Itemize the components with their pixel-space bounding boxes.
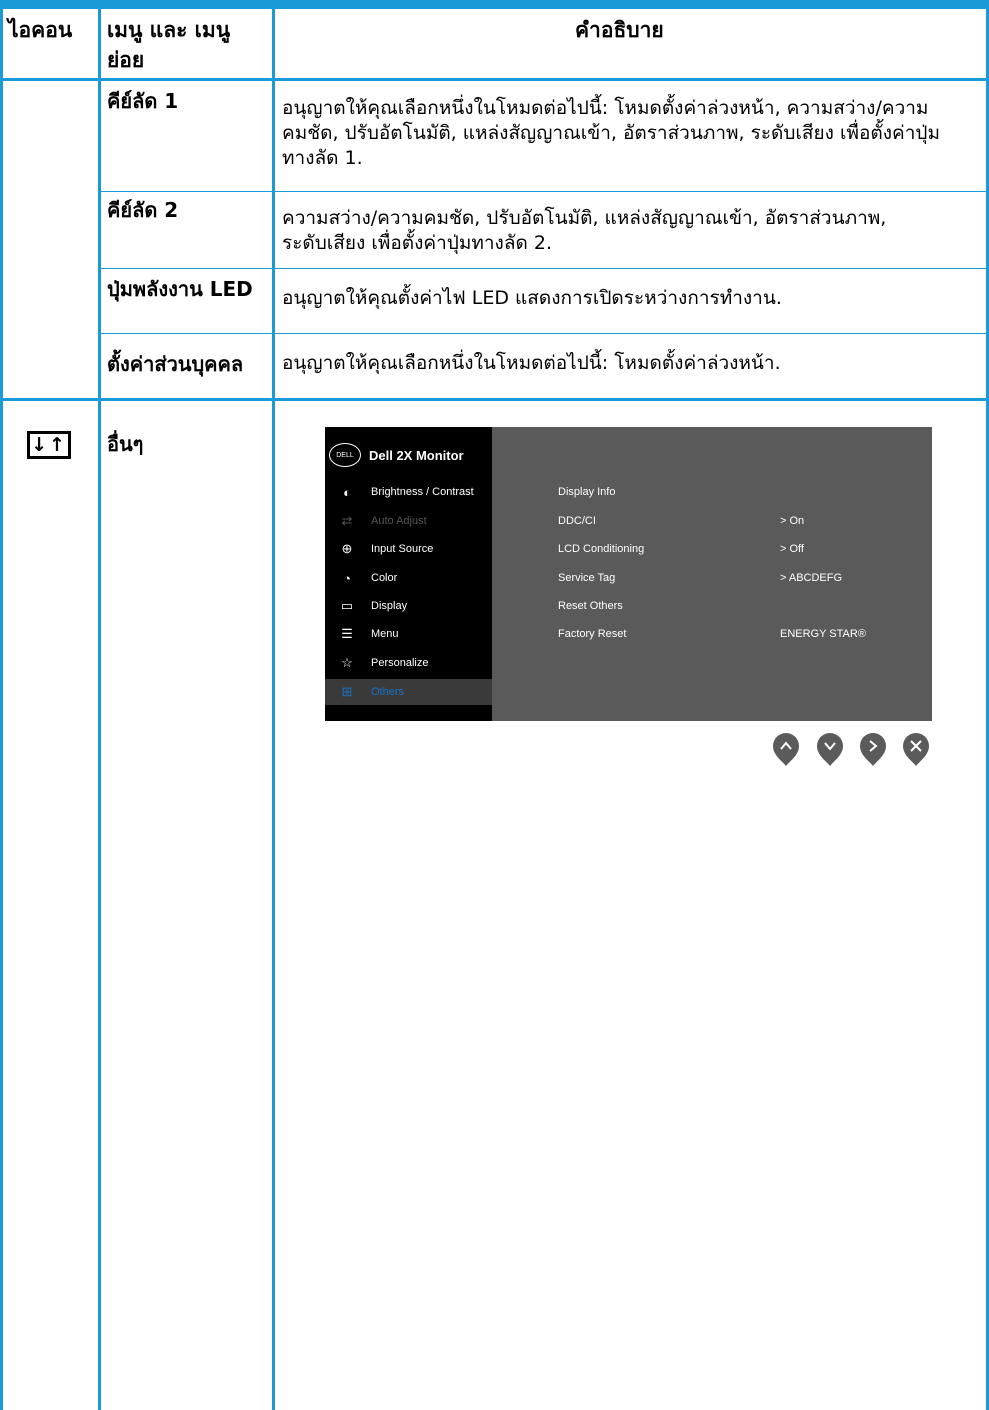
row-title-shortcut-2: คีย์ลัด 2 — [107, 198, 179, 222]
dell-logo: DELL — [329, 443, 361, 467]
osd-menu-color[interactable]: ◔ Color — [325, 565, 492, 591]
osd-menu-auto-adjust[interactable]: ⇄ Auto Adjust — [325, 508, 492, 534]
osd-option-service-tag[interactable]: Service Tag — [558, 572, 615, 584]
osd-menu-label: Personalize — [371, 657, 429, 669]
osd-option-reset-others[interactable]: Reset Others — [558, 600, 623, 612]
osd-value-service-tag: > ABCDEFG — [780, 572, 843, 584]
osd-menu-label: Menu — [371, 628, 399, 640]
row-divider — [98, 268, 989, 269]
table-column-divider — [98, 9, 101, 1410]
others-icon: ⊞ — [341, 684, 353, 699]
osd-menu-others[interactable]: ⊞ Others — [325, 679, 492, 705]
brightness-icon: ◐ — [343, 484, 351, 500]
osd-option-ddc-ci[interactable]: DDC/CI — [558, 515, 596, 527]
row-title-shortcut-1: คีย์ลัด 1 — [107, 89, 179, 113]
star-icon: ☆ — [341, 655, 353, 670]
osd-value-ddc-ci: > On — [780, 515, 805, 527]
osd-menu: DELL Dell 2X Monitor ◐ Brightness / Cont… — [325, 427, 932, 721]
table-column-divider — [272, 9, 275, 1410]
header-divider — [0, 78, 989, 81]
osd-menu-label: Color — [371, 572, 398, 584]
row-title-personalize: ตั้งค่าส่วนบุคคล — [107, 352, 244, 376]
osd-menu-label: Auto Adjust — [371, 515, 427, 527]
osd-menu-label: Brightness / Contrast — [371, 486, 474, 498]
row-title-others: อื่นๆ — [107, 432, 144, 456]
header-description: คำอธิบาย — [575, 18, 664, 42]
color-icon: ◔ — [343, 570, 351, 586]
osd-menu-label: Input Source — [371, 543, 434, 555]
row-desc-shortcut-1: อนุญาตให้คุณเลือกหนึ่งในโหมดต่อไปนี้: โห… — [282, 97, 940, 169]
table-top-border — [0, 0, 989, 9]
row-divider — [98, 333, 989, 334]
right-icon[interactable] — [859, 733, 887, 767]
osd-menu-brightness[interactable]: ◐ Brightness / Contrast — [325, 479, 492, 505]
osd-value-lcd-conditioning: > Off — [780, 543, 804, 555]
osd-brand: DELL Dell 2X Monitor — [329, 443, 464, 467]
close-icon[interactable] — [902, 733, 930, 767]
osd-menu-label: Others — [371, 686, 405, 698]
row-desc-power-led: อนุญาตให้คุณตั้งค่าไฟ LED แสดงการเปิดระห… — [282, 287, 782, 309]
row-divider — [98, 191, 989, 192]
osd-title: Dell 2X Monitor — [369, 447, 464, 463]
others-icon: ↓↑ — [27, 431, 71, 459]
menu-icon: ☰ — [341, 626, 353, 641]
row-title-power-led: ปุ่มพลังงาน LED — [107, 277, 253, 301]
osd-menu-personalize[interactable]: ☆ Personalize — [325, 650, 492, 676]
osd-option-factory-reset[interactable]: Factory Reset — [558, 628, 626, 640]
osd-option-lcd-conditioning[interactable]: LCD Conditioning — [558, 543, 644, 555]
osd-menu-label: Display — [371, 600, 408, 612]
osd-menu-display[interactable]: ▭ Display — [325, 593, 492, 619]
up-icon[interactable] — [772, 733, 800, 767]
row-desc-personalize: อนุญาตให้คุณเลือกหนึ่งในโหมดต่อไปนี้: โห… — [282, 352, 781, 374]
input-source-icon: ⊕ — [341, 541, 353, 556]
header-icon: ไอคอน — [8, 18, 73, 42]
osd-energy-star: ENERGY STAR® — [780, 628, 866, 640]
section-divider — [0, 398, 989, 401]
osd-sidebar-footer — [325, 707, 492, 721]
table-border-left — [0, 9, 3, 1410]
osd-menu-menu[interactable]: ☰ Menu — [325, 621, 492, 647]
auto-adjust-icon: ⇄ — [341, 513, 353, 528]
display-icon: ▭ — [340, 598, 354, 613]
row-desc-shortcut-2: ความสว่าง/ความคมชัด, ปรับอัตโนมัติ, แหล่… — [282, 207, 887, 254]
down-icon[interactable] — [816, 733, 844, 767]
header-menu: เมนู และ เมนูย่อย — [107, 18, 231, 72]
osd-menu-input-source[interactable]: ⊕ Input Source — [325, 536, 492, 562]
osd-option-display-info[interactable]: Display Info — [558, 486, 615, 498]
